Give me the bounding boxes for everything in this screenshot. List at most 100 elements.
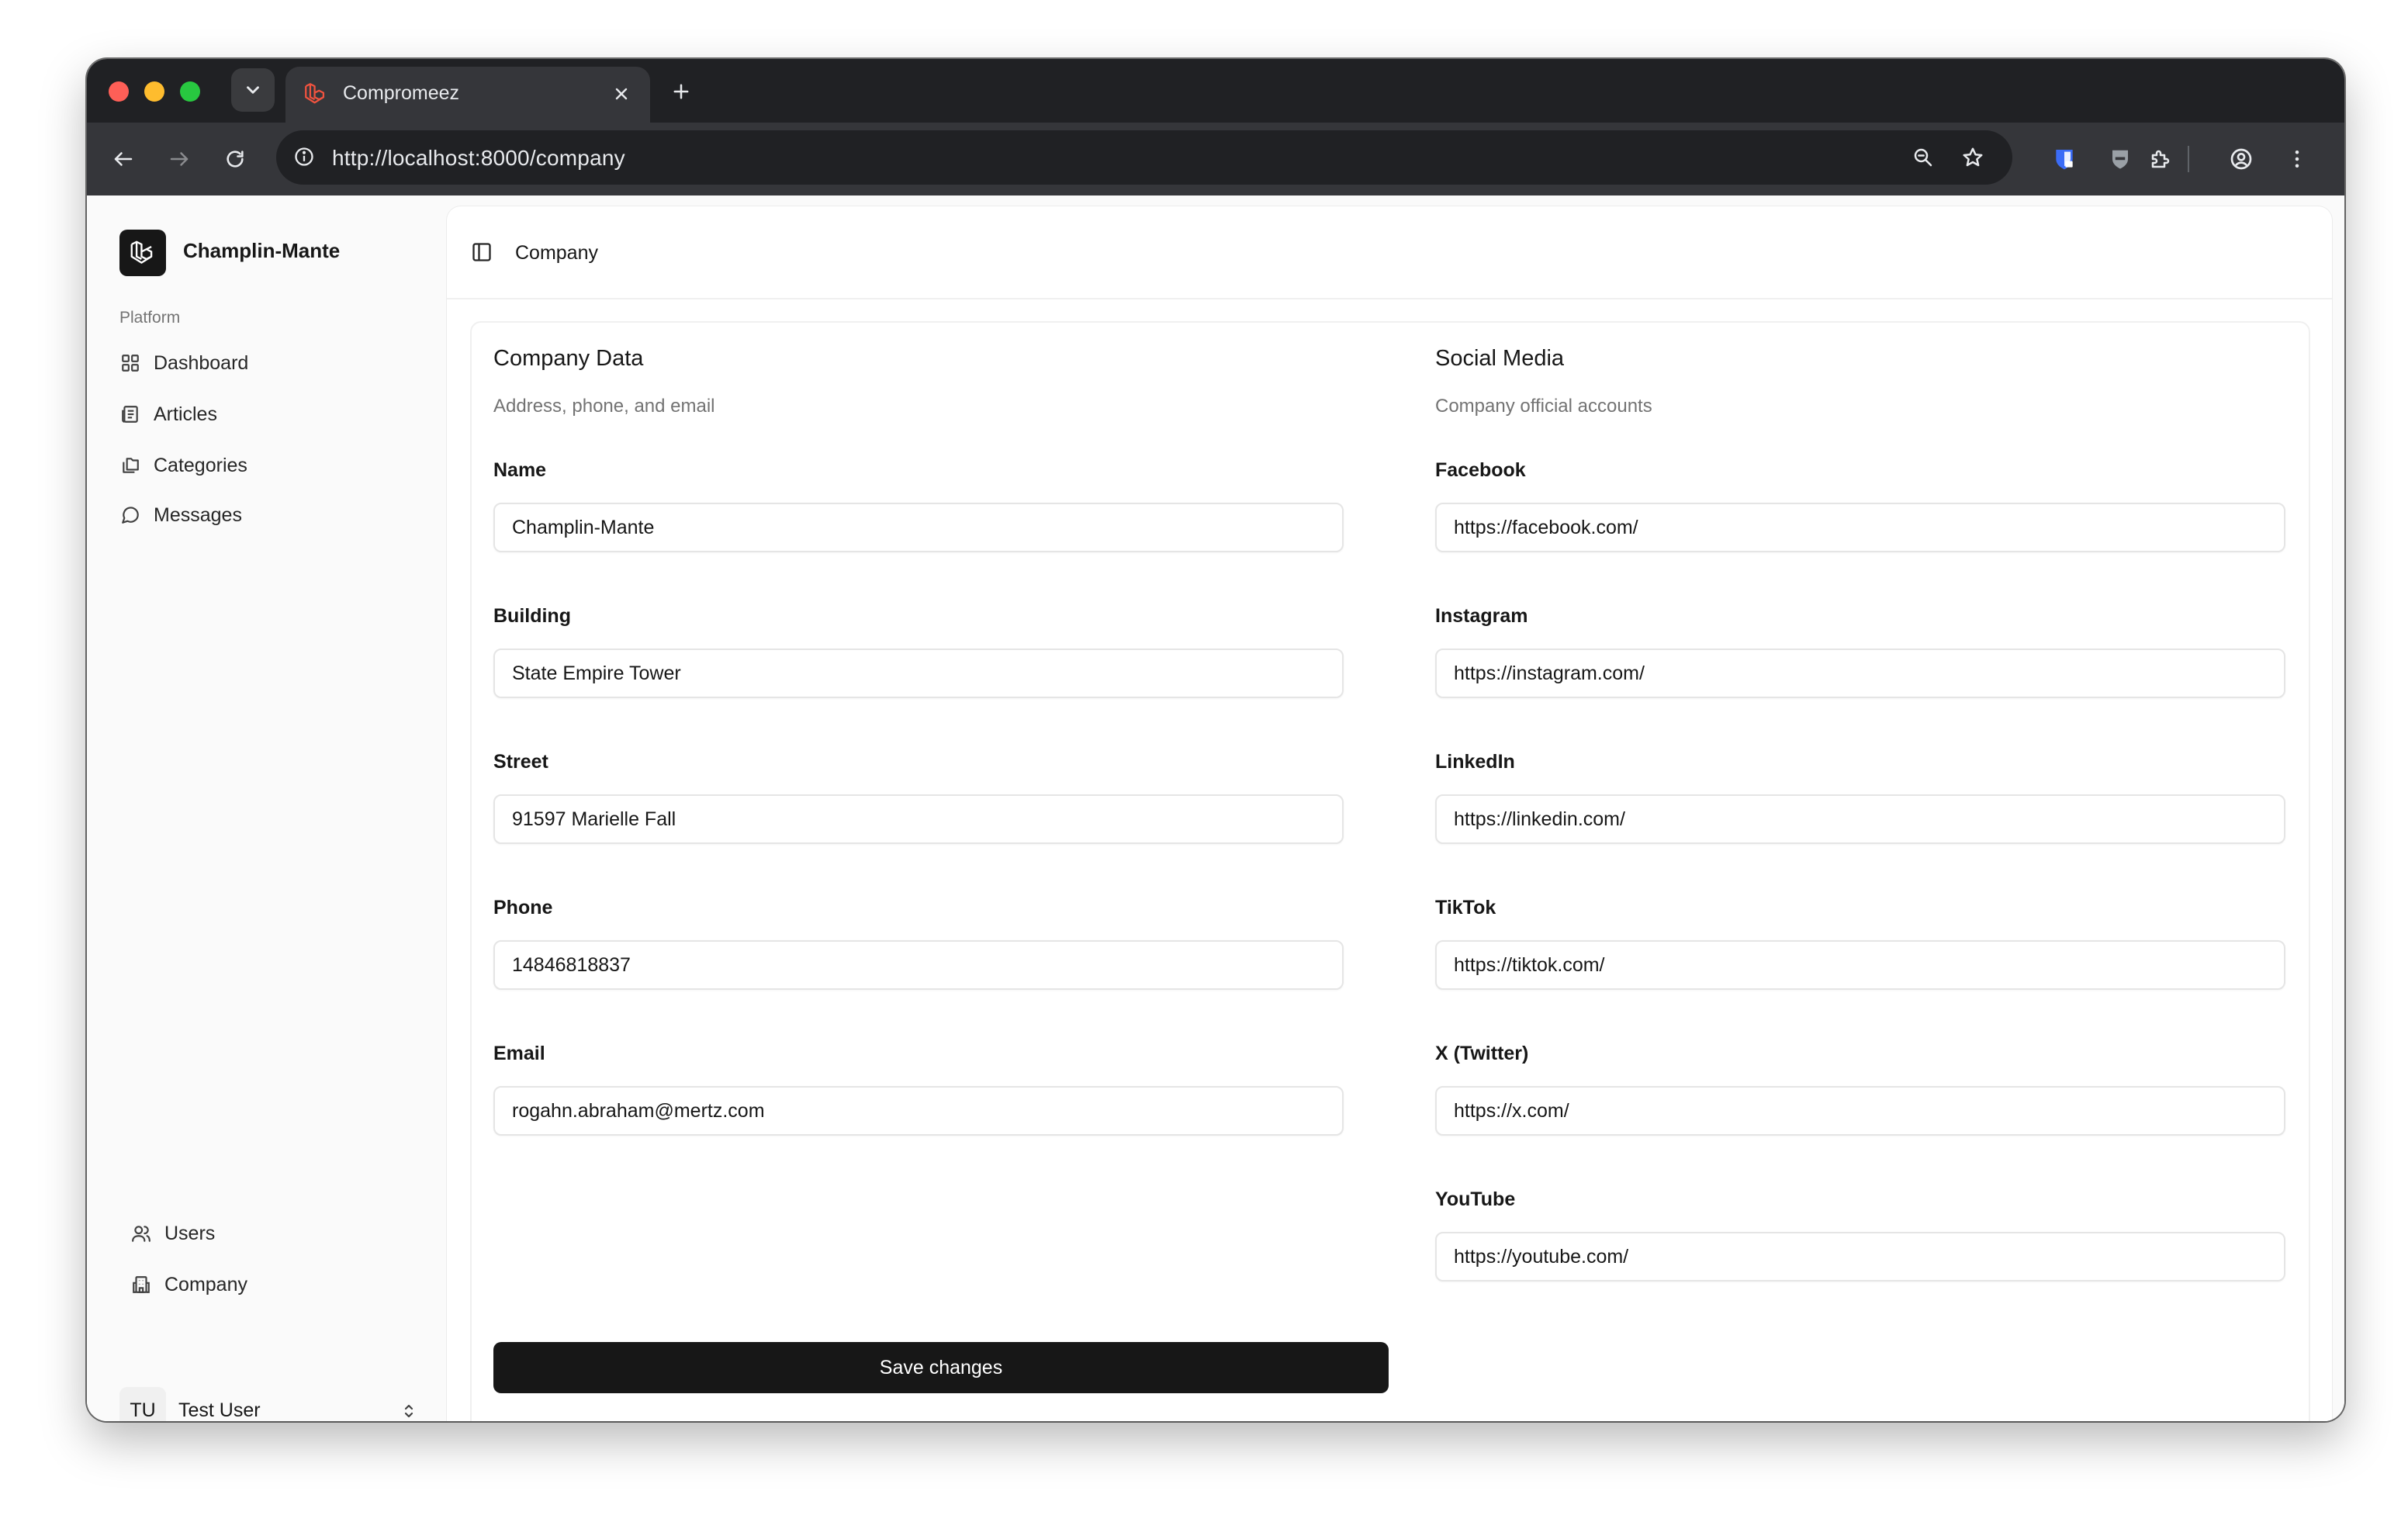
tiktok-field[interactable] bbox=[1435, 940, 2285, 990]
facebook-field[interactable] bbox=[1435, 503, 2285, 552]
linkedin-label: LinkedIn bbox=[1435, 751, 1515, 773]
street-label: Street bbox=[493, 751, 548, 773]
browser-tab[interactable]: Compromeez bbox=[285, 67, 650, 123]
save-button[interactable]: Save changes bbox=[493, 1342, 1389, 1393]
bitwarden-extension-button[interactable] bbox=[2046, 141, 2082, 177]
back-button[interactable] bbox=[106, 141, 141, 177]
page-header: Company bbox=[447, 206, 2332, 299]
app-logo[interactable] bbox=[119, 230, 166, 276]
breadcrumb: Company bbox=[515, 242, 598, 264]
more-vertical-icon bbox=[2295, 150, 2299, 168]
users-icon bbox=[132, 1226, 150, 1242]
sidebar: Champlin-Mante Platform Dashboard Articl… bbox=[87, 195, 447, 1421]
section-description: Address, phone, and email bbox=[493, 396, 715, 417]
bookmark-button[interactable] bbox=[1956, 141, 1989, 174]
app-area: Champlin-Mante Platform Dashboard Articl… bbox=[87, 195, 2344, 1421]
extensions-button[interactable] bbox=[2143, 141, 2178, 177]
sidebar-item-label: Categories bbox=[154, 454, 247, 476]
email-field[interactable] bbox=[493, 1086, 1344, 1136]
toolbar-separator bbox=[2188, 146, 2189, 172]
sidebar-item-messages[interactable]: Messages bbox=[119, 500, 242, 531]
user-name: Test User bbox=[178, 1399, 261, 1421]
grid-icon bbox=[122, 355, 139, 372]
browser-toolbar: http://localhost:8000/company bbox=[87, 123, 2344, 195]
building-field[interactable] bbox=[493, 649, 1344, 698]
address-bar[interactable]: http://localhost:8000/company bbox=[276, 130, 2012, 185]
building-icon bbox=[133, 1276, 150, 1293]
browser-menu-button[interactable] bbox=[2279, 141, 2315, 177]
sidebar-group-label: Platform bbox=[119, 309, 181, 327]
zoom-icon bbox=[1914, 148, 1932, 167]
sidebar-item-company[interactable]: Company bbox=[130, 1269, 247, 1300]
forward-button[interactable] bbox=[161, 141, 197, 177]
close-window-button[interactable] bbox=[109, 81, 129, 102]
tab-strip: Compromeez bbox=[87, 59, 2344, 123]
profile-button[interactable] bbox=[2223, 141, 2259, 177]
sidebar-item-users[interactable]: Users bbox=[130, 1218, 215, 1249]
phone-field[interactable] bbox=[493, 940, 1344, 990]
privacy-extension-button[interactable] bbox=[2102, 141, 2138, 177]
tab-title: Compromeez bbox=[343, 82, 460, 104]
user-menu-trigger[interactable]: TU Test User bbox=[119, 1387, 422, 1421]
sidebar-item-label: Users bbox=[164, 1222, 216, 1244]
browser-window: Compromeez http://localhost:8000/company bbox=[87, 59, 2344, 1421]
sidebar-item-articles[interactable]: Articles bbox=[119, 399, 217, 430]
reload-button[interactable] bbox=[217, 141, 253, 177]
linkedin-field[interactable] bbox=[1435, 794, 2285, 844]
shield-lock-icon bbox=[2056, 150, 2073, 170]
tiktok-label: TikTok bbox=[1435, 897, 1496, 918]
youtube-field[interactable] bbox=[1435, 1232, 2285, 1282]
folders-icon bbox=[123, 458, 139, 473]
reload-icon bbox=[227, 150, 244, 168]
new-tab-button[interactable] bbox=[666, 76, 697, 107]
sidebar-item-categories[interactable]: Categories bbox=[119, 450, 247, 481]
name-field[interactable] bbox=[493, 503, 1344, 552]
sidebar-item-label: Articles bbox=[154, 403, 217, 425]
sidebar-item-label: Dashboard bbox=[154, 351, 249, 374]
section-title: Social Media bbox=[1435, 346, 1565, 371]
minimize-window-button[interactable] bbox=[144, 81, 164, 102]
chevron-down-icon bbox=[247, 86, 259, 94]
twitter-label: X (Twitter) bbox=[1435, 1043, 1529, 1064]
arrow-left-icon bbox=[114, 152, 133, 166]
zoom-button[interactable] bbox=[1907, 141, 1939, 174]
info-icon bbox=[295, 147, 313, 166]
section-title: Company Data bbox=[493, 346, 644, 371]
star-icon bbox=[1963, 147, 1983, 167]
sidebar-item-label: Messages bbox=[154, 503, 242, 526]
account-circle-icon bbox=[2230, 148, 2252, 170]
tab-search-button[interactable] bbox=[231, 68, 275, 112]
shield-icon bbox=[2112, 150, 2128, 169]
name-label: Name bbox=[493, 459, 547, 481]
plus-icon bbox=[673, 84, 689, 99]
sidebar-toggle-button[interactable] bbox=[469, 239, 495, 265]
close-icon bbox=[615, 88, 628, 100]
laravel-favicon-icon bbox=[305, 83, 325, 104]
building-label: Building bbox=[493, 605, 571, 627]
main-content: Company Company Data Address, phone, and… bbox=[447, 206, 2332, 1421]
chevrons-up-down-icon bbox=[396, 1398, 422, 1421]
youtube-label: YouTube bbox=[1435, 1188, 1516, 1210]
instagram-field[interactable] bbox=[1435, 649, 2285, 698]
phone-label: Phone bbox=[493, 897, 553, 918]
maximize-window-button[interactable] bbox=[180, 81, 200, 102]
sidebar-item-dashboard[interactable]: Dashboard bbox=[119, 348, 248, 379]
sidebar-item-label: Company bbox=[164, 1273, 247, 1295]
email-label: Email bbox=[493, 1043, 545, 1064]
puzzle-icon bbox=[2151, 150, 2170, 168]
laravel-logo-icon bbox=[130, 240, 153, 264]
newspaper-icon bbox=[122, 406, 138, 423]
avatar: TU bbox=[119, 1387, 166, 1421]
twitter-field[interactable] bbox=[1435, 1086, 2285, 1136]
section-description: Company official accounts bbox=[1435, 396, 1652, 417]
url-text: http://localhost:8000/company bbox=[332, 146, 625, 170]
brand-name: Champlin-Mante bbox=[183, 239, 341, 262]
company-form-card: Company Data Address, phone, and email N… bbox=[470, 321, 2310, 1421]
instagram-label: Instagram bbox=[1435, 605, 1528, 627]
facebook-label: Facebook bbox=[1435, 459, 1526, 481]
tab-close-button[interactable] bbox=[608, 81, 635, 107]
arrow-right-icon bbox=[170, 152, 189, 166]
site-info-button[interactable] bbox=[289, 141, 320, 172]
message-circle-icon bbox=[122, 507, 139, 524]
street-field[interactable] bbox=[493, 794, 1344, 844]
